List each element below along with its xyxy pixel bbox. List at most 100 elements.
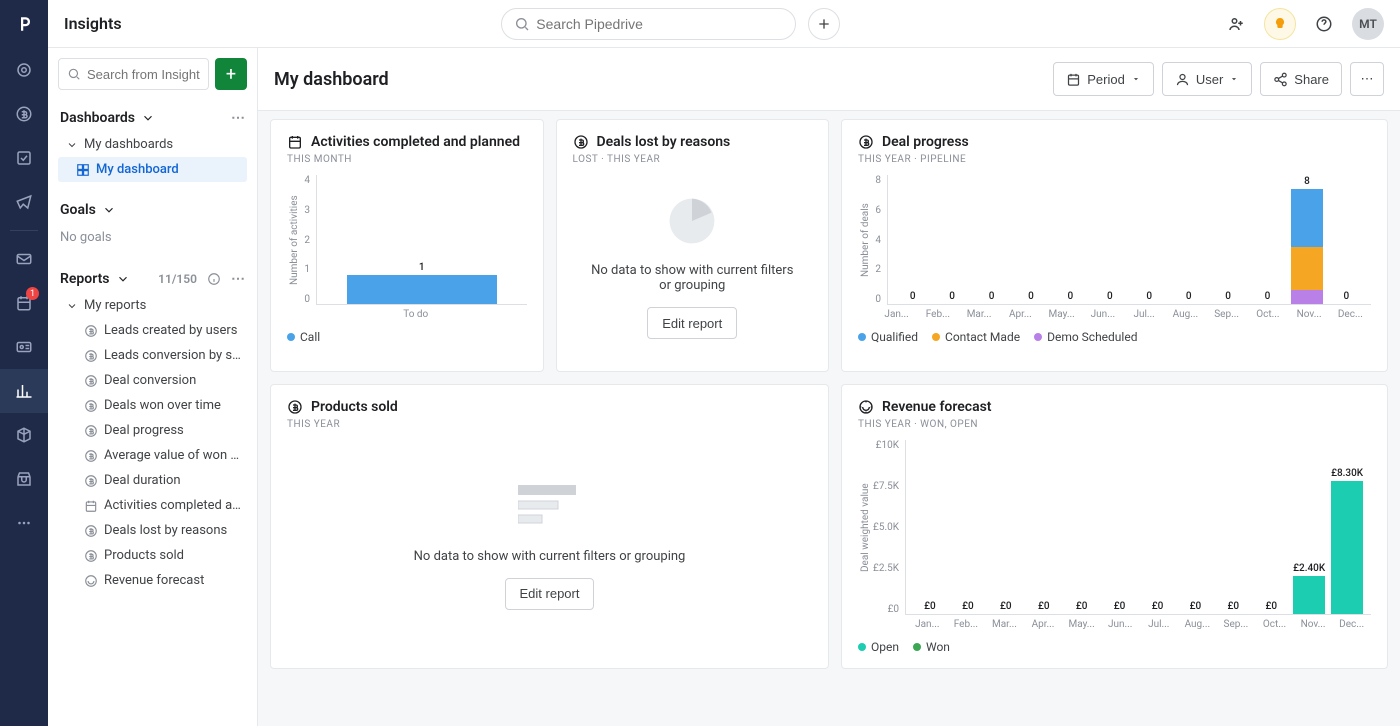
bar-group: 0 [973, 291, 1010, 304]
dashboard-header: My dashboard Period User Share [258, 48, 1400, 111]
bar-value-label: £2.40K [1293, 563, 1325, 574]
report-label: Deals won over time [104, 398, 221, 413]
bar-group: £0 [1177, 601, 1213, 614]
sales-assistant-button[interactable] [1264, 8, 1296, 40]
currency-icon [287, 399, 303, 415]
bar-value-label: £0 [962, 601, 974, 612]
global-search-input[interactable] [536, 16, 783, 32]
report-label: Leads conversion by so... [104, 348, 243, 363]
goals-section-toggle[interactable]: Goals [58, 196, 247, 224]
report-icon [84, 374, 98, 388]
nav-leads[interactable] [0, 48, 48, 92]
forecast-icon [858, 399, 874, 415]
bar-group: £0 [1064, 601, 1100, 614]
bar-value-label: 0 [1146, 291, 1152, 302]
quick-add-button[interactable] [808, 8, 840, 40]
dashboards-section-toggle[interactable]: Dashboards ⋯ [58, 104, 247, 132]
legend-item: Qualified [858, 330, 918, 344]
chart-legend: Call [287, 330, 527, 344]
sidebar-report-item[interactable]: Leads conversion by so... [58, 343, 247, 368]
sidebar-report-item[interactable]: Leads created by users [58, 318, 247, 343]
share-button[interactable]: Share [1260, 62, 1342, 96]
edit-report-button[interactable]: Edit report [647, 307, 737, 339]
edit-report-button[interactable]: Edit report [505, 578, 595, 610]
card-subtitle: LOST · THIS YEAR [573, 154, 813, 165]
invite-user-button[interactable] [1220, 8, 1252, 40]
dashboard-more-button[interactable]: ⋯ [1350, 62, 1384, 96]
user-icon [1175, 72, 1190, 87]
sidebar-report-item[interactable]: Revenue forecast [58, 568, 247, 593]
bar-stack [1291, 189, 1323, 304]
legend-item: Call [287, 330, 320, 344]
empty-state-text: No data to show with current filters or … [591, 263, 795, 293]
calendar-icon [287, 134, 303, 150]
period-filter-button[interactable]: Period [1053, 62, 1154, 96]
bar-stack [1293, 576, 1325, 614]
nav-rail: 1 [0, 0, 48, 726]
sidebar-report-item[interactable]: Products sold [58, 543, 247, 568]
bar-value-label: £0 [1076, 601, 1088, 612]
nav-mail[interactable] [0, 237, 48, 281]
nav-deals[interactable] [0, 92, 48, 136]
chart-legend: OpenWon [858, 640, 1371, 654]
sidebar-item-my-dashboard[interactable]: My dashboard [58, 157, 247, 182]
nav-marketplace[interactable] [0, 457, 48, 501]
card-subtitle: THIS YEAR [287, 419, 812, 430]
legend-item: Contact Made [932, 330, 1020, 344]
sidebar-report-item[interactable]: Average value of won d... [58, 443, 247, 468]
sidebar-report-item[interactable]: Deal conversion [58, 368, 247, 393]
bar-stack [347, 275, 497, 304]
bar-group: 0 [1170, 291, 1207, 304]
nav-products[interactable] [0, 413, 48, 457]
reports-section-toggle[interactable]: Reports 11/150 ⋯ [58, 265, 247, 293]
currency-icon [858, 134, 874, 150]
bar-value-label: £0 [1114, 601, 1126, 612]
legend-item: Demo Scheduled [1034, 330, 1137, 344]
sidebar-report-item[interactable]: Deals won over time [58, 393, 247, 418]
nav-insights[interactable] [0, 369, 48, 413]
reports-count: 11/150 [158, 272, 197, 286]
nav-activities[interactable]: 1 [0, 281, 48, 325]
report-label: Products sold [104, 548, 184, 563]
nav-projects[interactable] [0, 136, 48, 180]
dashboards-more[interactable]: ⋯ [231, 110, 245, 126]
my-dashboards-toggle[interactable]: My dashboards [58, 132, 247, 157]
bar-value-label: 0 [910, 291, 916, 302]
caret-down-icon [1131, 74, 1141, 84]
nav-campaigns[interactable] [0, 180, 48, 224]
help-button[interactable] [1308, 8, 1340, 40]
report-label: Activities completed an... [104, 498, 243, 513]
pie-placeholder-icon [664, 193, 720, 249]
bar-value-label: £0 [1228, 601, 1240, 612]
sidebar-report-item[interactable]: Activities completed an... [58, 493, 247, 518]
bar-value-label: 0 [1028, 291, 1034, 302]
user-filter-button[interactable]: User [1162, 62, 1252, 96]
insights-search-input[interactable] [87, 67, 200, 82]
report-label: Deal duration [104, 473, 181, 488]
insights-search[interactable] [58, 58, 209, 90]
caret-down-icon [1229, 74, 1239, 84]
chevron-down-icon [66, 300, 78, 312]
share-icon [1273, 72, 1288, 87]
bar-value-label: £0 [1000, 601, 1012, 612]
pipedrive-logo[interactable] [0, 0, 48, 48]
bar-value-label: 0 [1068, 291, 1074, 302]
legend-item: Open [858, 640, 899, 654]
sidebar-report-item[interactable]: Deals lost by reasons [58, 518, 247, 543]
sidebar-report-item[interactable]: Deal duration [58, 468, 247, 493]
bar-group: 1 [323, 262, 521, 304]
nav-contacts[interactable] [0, 325, 48, 369]
global-search[interactable] [501, 8, 796, 40]
user-avatar[interactable]: MT [1352, 8, 1384, 40]
info-icon[interactable] [207, 272, 221, 286]
my-reports-toggle[interactable]: My reports [58, 293, 247, 318]
add-report-button[interactable]: + [215, 58, 247, 90]
sidebar-report-item[interactable]: Deal progress [58, 418, 247, 443]
bar-group: 0 [1209, 291, 1246, 304]
reports-more[interactable]: ⋯ [231, 271, 245, 287]
card-title: Activities completed and planned [311, 134, 520, 150]
nav-more[interactable] [0, 501, 48, 545]
report-icon [84, 574, 98, 588]
card-subtitle: THIS YEAR · PIPELINE [858, 154, 1371, 165]
empty-state-text: No data to show with current filters or … [414, 549, 686, 564]
